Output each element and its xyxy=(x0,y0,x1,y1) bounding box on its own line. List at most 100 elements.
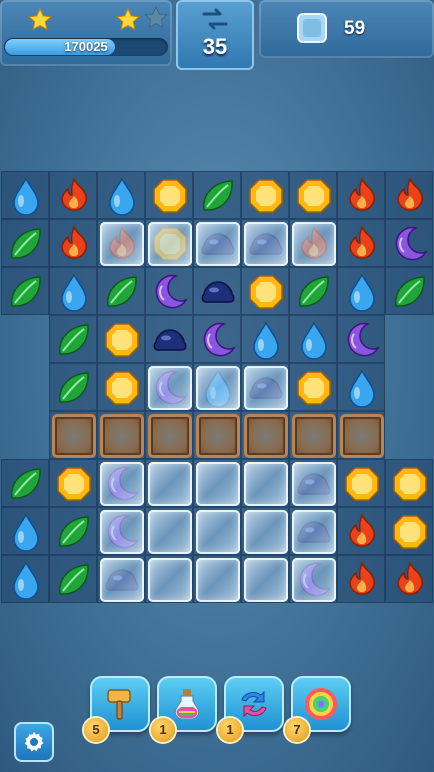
board-cell[interactable] xyxy=(193,267,241,315)
green-gem-icon[interactable] xyxy=(54,320,94,360)
board-cell[interactable] xyxy=(97,507,145,555)
yellow-gem-icon[interactable] xyxy=(246,272,286,312)
blue-gem-icon[interactable] xyxy=(6,512,46,552)
board-cell[interactable] xyxy=(49,171,97,219)
board-cell[interactable] xyxy=(193,315,241,363)
potion-booster-button[interactable]: 1 xyxy=(151,676,217,742)
green-gem-icon[interactable] xyxy=(294,272,334,312)
board-cell[interactable] xyxy=(193,219,241,267)
board-cell[interactable] xyxy=(241,219,289,267)
board-cell[interactable] xyxy=(337,171,385,219)
board-cell[interactable] xyxy=(337,267,385,315)
board-cell[interactable] xyxy=(289,315,337,363)
green-gem-icon[interactable] xyxy=(102,272,142,312)
board-cell[interactable] xyxy=(145,315,193,363)
board-cell[interactable] xyxy=(49,219,97,267)
board-cell[interactable] xyxy=(97,459,145,507)
green-gem-icon[interactable] xyxy=(6,464,46,504)
board-cell[interactable] xyxy=(97,363,145,411)
board-cell[interactable] xyxy=(49,363,97,411)
board-cell[interactable] xyxy=(289,267,337,315)
board-cell[interactable] xyxy=(337,315,385,363)
red-gem-icon[interactable] xyxy=(342,224,382,264)
board-cell[interactable] xyxy=(145,171,193,219)
board-cell[interactable] xyxy=(193,555,241,603)
blue-gem-icon[interactable] xyxy=(342,272,382,312)
board-cell[interactable] xyxy=(241,555,289,603)
board-cell[interactable] xyxy=(241,363,289,411)
board-cell[interactable] xyxy=(241,171,289,219)
blue-gem-icon[interactable] xyxy=(102,176,142,216)
green-gem-icon[interactable] xyxy=(198,176,238,216)
board-cell[interactable] xyxy=(193,411,241,459)
blue-gem-icon[interactable] xyxy=(246,320,286,360)
board-cell[interactable] xyxy=(385,219,433,267)
navy-gem-icon[interactable] xyxy=(150,320,190,360)
board-cell[interactable] xyxy=(49,315,97,363)
board-cell[interactable] xyxy=(289,219,337,267)
red-gem-icon[interactable] xyxy=(342,512,382,552)
blue-gem-icon[interactable] xyxy=(6,176,46,216)
board-cell[interactable] xyxy=(193,459,241,507)
board-cell[interactable] xyxy=(145,363,193,411)
green-gem-icon[interactable] xyxy=(54,368,94,408)
board-cell[interactable] xyxy=(1,171,49,219)
board-cell[interactable] xyxy=(337,219,385,267)
board-cell[interactable] xyxy=(385,555,433,603)
green-gem-icon[interactable] xyxy=(54,560,94,600)
hammer-booster-button[interactable]: 5 xyxy=(84,676,150,742)
board-cell[interactable] xyxy=(1,267,49,315)
board-cell[interactable] xyxy=(193,507,241,555)
board-cell[interactable] xyxy=(49,411,97,459)
board-cell[interactable] xyxy=(289,555,337,603)
board-cell[interactable] xyxy=(385,459,433,507)
board-cell[interactable] xyxy=(1,555,49,603)
board-cell[interactable] xyxy=(289,363,337,411)
purple-gem-icon[interactable] xyxy=(390,224,430,264)
red-gem-icon[interactable] xyxy=(390,176,430,216)
board-cell[interactable] xyxy=(145,219,193,267)
blue-gem-icon[interactable] xyxy=(294,320,334,360)
board-cell[interactable] xyxy=(49,507,97,555)
board-cell[interactable] xyxy=(97,555,145,603)
board-cell[interactable] xyxy=(49,555,97,603)
red-gem-icon[interactable] xyxy=(390,560,430,600)
board-cell[interactable] xyxy=(97,267,145,315)
board-cell[interactable] xyxy=(337,363,385,411)
purple-gem-icon[interactable] xyxy=(150,272,190,312)
yellow-gem-icon[interactable] xyxy=(294,368,334,408)
board-cell[interactable] xyxy=(145,411,193,459)
green-gem-icon[interactable] xyxy=(390,272,430,312)
green-gem-icon[interactable] xyxy=(6,224,46,264)
board-cell[interactable] xyxy=(337,555,385,603)
board-cell[interactable] xyxy=(385,171,433,219)
board-cell[interactable] xyxy=(337,411,385,459)
yellow-gem-icon[interactable] xyxy=(102,368,142,408)
board-cell[interactable] xyxy=(337,459,385,507)
board-cell[interactable] xyxy=(385,507,433,555)
yellow-gem-icon[interactable] xyxy=(246,176,286,216)
board-cell[interactable] xyxy=(49,459,97,507)
board-cell[interactable] xyxy=(145,267,193,315)
yellow-gem-icon[interactable] xyxy=(150,176,190,216)
red-gem-icon[interactable] xyxy=(54,176,94,216)
red-gem-icon[interactable] xyxy=(54,224,94,264)
board-cell[interactable] xyxy=(193,171,241,219)
board-cell[interactable] xyxy=(97,171,145,219)
yellow-gem-icon[interactable] xyxy=(102,320,142,360)
board-cell[interactable] xyxy=(241,411,289,459)
board-cell[interactable] xyxy=(145,459,193,507)
red-gem-icon[interactable] xyxy=(342,176,382,216)
purple-gem-icon[interactable] xyxy=(342,320,382,360)
blue-gem-icon[interactable] xyxy=(342,368,382,408)
board-cell[interactable] xyxy=(385,267,433,315)
board-cell[interactable] xyxy=(1,459,49,507)
board-cell[interactable] xyxy=(97,315,145,363)
board-cell[interactable] xyxy=(145,555,193,603)
board-cell[interactable] xyxy=(289,411,337,459)
yellow-gem-icon[interactable] xyxy=(390,512,430,552)
board-cell[interactable] xyxy=(49,267,97,315)
green-gem-icon[interactable] xyxy=(6,272,46,312)
settings-button[interactable] xyxy=(14,722,54,762)
board-cell[interactable] xyxy=(1,219,49,267)
